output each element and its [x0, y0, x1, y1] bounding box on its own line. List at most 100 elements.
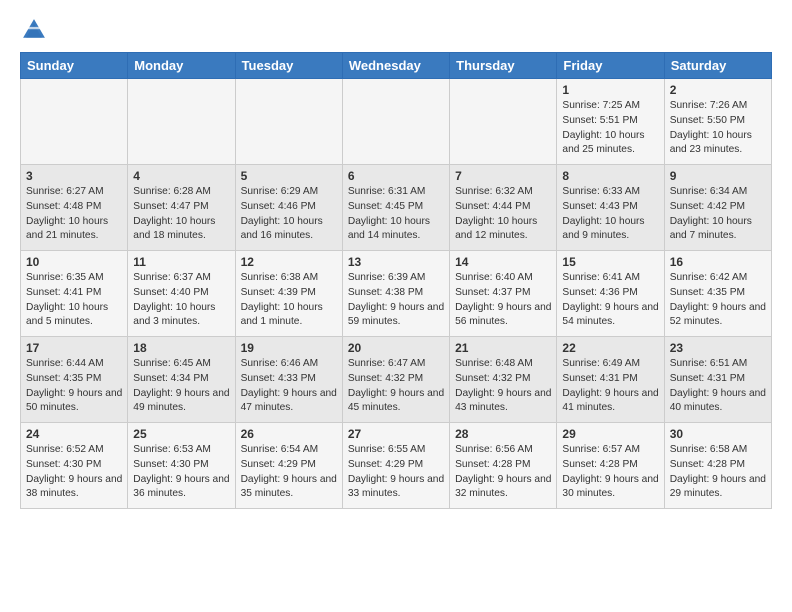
- calendar-week-3: 17 Sunrise: 6:44 AM Sunset: 4:35 PM Dayli…: [21, 337, 772, 423]
- calendar-cell: 5 Sunrise: 6:29 AM Sunset: 4:46 PM Daylig…: [235, 165, 342, 251]
- day-number: 7: [455, 169, 551, 183]
- day-number: 23: [670, 341, 766, 355]
- day-info: Sunrise: 6:40 AM Sunset: 4:37 PM Dayligh…: [455, 271, 551, 330]
- calendar-cell: 7 Sunrise: 6:32 AM Sunset: 4:44 PM Daylig…: [450, 165, 557, 251]
- calendar-week-4: 24 Sunrise: 6:52 AM Sunset: 4:30 PM Dayli…: [21, 423, 772, 509]
- day-info: Sunrise: 6:44 AM Sunset: 4:35 PM Dayligh…: [26, 357, 122, 416]
- calendar-cell: 3 Sunrise: 6:27 AM Sunset: 4:48 PM Daylig…: [21, 165, 128, 251]
- calendar-cell: 23 Sunrise: 6:51 AM Sunset: 4:31 PM Dayli…: [664, 337, 771, 423]
- calendar-cell: 18 Sunrise: 6:45 AM Sunset: 4:34 PM Dayli…: [128, 337, 235, 423]
- day-info: Sunrise: 6:49 AM Sunset: 4:31 PM Dayligh…: [562, 357, 658, 416]
- day-number: 8: [562, 169, 658, 183]
- day-info: Sunrise: 6:31 AM Sunset: 4:45 PM Dayligh…: [348, 185, 444, 244]
- day-info: Sunrise: 6:54 AM Sunset: 4:29 PM Dayligh…: [241, 443, 337, 502]
- day-number: 13: [348, 255, 444, 269]
- day-info: Sunrise: 6:55 AM Sunset: 4:29 PM Dayligh…: [348, 443, 444, 502]
- day-info: Sunrise: 6:57 AM Sunset: 4:28 PM Dayligh…: [562, 443, 658, 502]
- day-number: 14: [455, 255, 551, 269]
- day-number: 5: [241, 169, 337, 183]
- day-info: Sunrise: 6:38 AM Sunset: 4:39 PM Dayligh…: [241, 271, 337, 330]
- calendar-cell: 28Sunrise: 6:56 AM Sunset: 4:28 PM Dayli…: [450, 423, 557, 509]
- logo: [20, 16, 50, 44]
- day-number: 4: [133, 169, 229, 183]
- day-number: 19: [241, 341, 337, 355]
- day-info: Sunrise: 6:35 AM Sunset: 4:41 PM Dayligh…: [26, 271, 122, 330]
- day-number: 25: [133, 427, 229, 441]
- calendar-cell: [21, 79, 128, 165]
- calendar-cell: 21 Sunrise: 6:48 AM Sunset: 4:32 PM Dayli…: [450, 337, 557, 423]
- calendar-cell: 25 Sunrise: 6:53 AM Sunset: 4:30 PM Dayli…: [128, 423, 235, 509]
- day-number: 15: [562, 255, 658, 269]
- day-number: 3: [26, 169, 122, 183]
- calendar-table: SundayMondayTuesdayWednesdayThursdayFrid…: [20, 52, 772, 509]
- calendar-cell: [235, 79, 342, 165]
- calendar-cell: 4Sunrise: 6:28 AM Sunset: 4:47 PM Daylig…: [128, 165, 235, 251]
- day-info: Sunrise: 6:27 AM Sunset: 4:48 PM Dayligh…: [26, 185, 122, 244]
- col-header-friday: Friday: [557, 53, 664, 79]
- calendar-cell: [342, 79, 449, 165]
- day-number: 21: [455, 341, 551, 355]
- day-info: Sunrise: 6:47 AM Sunset: 4:32 PM Dayligh…: [348, 357, 444, 416]
- calendar-cell: 26 Sunrise: 6:54 AM Sunset: 4:29 PM Dayli…: [235, 423, 342, 509]
- calendar-cell: 12 Sunrise: 6:38 AM Sunset: 4:39 PM Dayli…: [235, 251, 342, 337]
- calendar-cell: 15 Sunrise: 6:41 AM Sunset: 4:36 PM Dayli…: [557, 251, 664, 337]
- day-info: Sunrise: 6:51 AM Sunset: 4:31 PM Dayligh…: [670, 357, 766, 416]
- calendar-cell: 19 Sunrise: 6:46 AM Sunset: 4:33 PM Dayli…: [235, 337, 342, 423]
- day-info: Sunrise: 6:42 AM Sunset: 4:35 PM Dayligh…: [670, 271, 766, 330]
- day-number: 30: [670, 427, 766, 441]
- day-number: 11: [133, 255, 229, 269]
- calendar-cell: 27 Sunrise: 6:55 AM Sunset: 4:29 PM Dayli…: [342, 423, 449, 509]
- day-info: Sunrise: 6:56 AM Sunset: 4:28 PM Dayligh…: [455, 443, 551, 502]
- day-number: 12: [241, 255, 337, 269]
- calendar-cell: 6 Sunrise: 6:31 AM Sunset: 4:45 PM Daylig…: [342, 165, 449, 251]
- day-info: Sunrise: 6:46 AM Sunset: 4:33 PM Dayligh…: [241, 357, 337, 416]
- day-info: Sunrise: 6:32 AM Sunset: 4:44 PM Dayligh…: [455, 185, 551, 244]
- day-info: Sunrise: 6:53 AM Sunset: 4:30 PM Dayligh…: [133, 443, 229, 502]
- day-number: 6: [348, 169, 444, 183]
- calendar-cell: 10 Sunrise: 6:35 AM Sunset: 4:41 PM Dayli…: [21, 251, 128, 337]
- logo-icon: [20, 16, 48, 44]
- calendar-cell: 29 Sunrise: 6:57 AM Sunset: 4:28 PM Dayli…: [557, 423, 664, 509]
- day-info: Sunrise: 7:26 AM Sunset: 5:50 PM Dayligh…: [670, 99, 766, 158]
- day-number: 26: [241, 427, 337, 441]
- calendar-cell: 14 Sunrise: 6:40 AM Sunset: 4:37 PM Dayli…: [450, 251, 557, 337]
- day-info: Sunrise: 6:37 AM Sunset: 4:40 PM Dayligh…: [133, 271, 229, 330]
- calendar-cell: 8 Sunrise: 6:33 AM Sunset: 4:43 PM Daylig…: [557, 165, 664, 251]
- day-number: 1: [562, 83, 658, 97]
- day-number: 24: [26, 427, 122, 441]
- calendar-cell: 17 Sunrise: 6:44 AM Sunset: 4:35 PM Dayli…: [21, 337, 128, 423]
- col-header-monday: Monday: [128, 53, 235, 79]
- day-info: Sunrise: 6:48 AM Sunset: 4:32 PM Dayligh…: [455, 357, 551, 416]
- day-info: Sunrise: 6:41 AM Sunset: 4:36 PM Dayligh…: [562, 271, 658, 330]
- calendar-header-row: SundayMondayTuesdayWednesdayThursdayFrid…: [21, 53, 772, 79]
- calendar-cell: 1 Sunrise: 7:25 AM Sunset: 5:51 PM Daylig…: [557, 79, 664, 165]
- day-info: Sunrise: 6:29 AM Sunset: 4:46 PM Dayligh…: [241, 185, 337, 244]
- calendar-cell: 16 Sunrise: 6:42 AM Sunset: 4:35 PM Dayli…: [664, 251, 771, 337]
- calendar-cell: 11 Sunrise: 6:37 AM Sunset: 4:40 PM Dayli…: [128, 251, 235, 337]
- day-number: 16: [670, 255, 766, 269]
- day-info: Sunrise: 6:52 AM Sunset: 4:30 PM Dayligh…: [26, 443, 122, 502]
- day-info: Sunrise: 6:58 AM Sunset: 4:28 PM Dayligh…: [670, 443, 766, 502]
- calendar-cell: 20 Sunrise: 6:47 AM Sunset: 4:32 PM Dayli…: [342, 337, 449, 423]
- day-number: 22: [562, 341, 658, 355]
- calendar-cell: 30 Sunrise: 6:58 AM Sunset: 4:28 PM Dayli…: [664, 423, 771, 509]
- calendar-week-1: 3 Sunrise: 6:27 AM Sunset: 4:48 PM Daylig…: [21, 165, 772, 251]
- day-number: 2: [670, 83, 766, 97]
- day-number: 18: [133, 341, 229, 355]
- day-info: Sunrise: 6:39 AM Sunset: 4:38 PM Dayligh…: [348, 271, 444, 330]
- day-number: 27: [348, 427, 444, 441]
- day-number: 10: [26, 255, 122, 269]
- col-header-thursday: Thursday: [450, 53, 557, 79]
- day-info: Sunrise: 7:25 AM Sunset: 5:51 PM Dayligh…: [562, 99, 658, 158]
- calendar-cell: 2 Sunrise: 7:26 AM Sunset: 5:50 PM Daylig…: [664, 79, 771, 165]
- calendar-cell: [128, 79, 235, 165]
- calendar-cell: 22 Sunrise: 6:49 AM Sunset: 4:31 PM Dayli…: [557, 337, 664, 423]
- col-header-wednesday: Wednesday: [342, 53, 449, 79]
- day-info: Sunrise: 6:45 AM Sunset: 4:34 PM Dayligh…: [133, 357, 229, 416]
- day-info: Sunrise: 6:33 AM Sunset: 4:43 PM Dayligh…: [562, 185, 658, 244]
- day-number: 20: [348, 341, 444, 355]
- day-number: 29: [562, 427, 658, 441]
- calendar-cell: 13 Sunrise: 6:39 AM Sunset: 4:38 PM Dayli…: [342, 251, 449, 337]
- day-number: 17: [26, 341, 122, 355]
- calendar-cell: [450, 79, 557, 165]
